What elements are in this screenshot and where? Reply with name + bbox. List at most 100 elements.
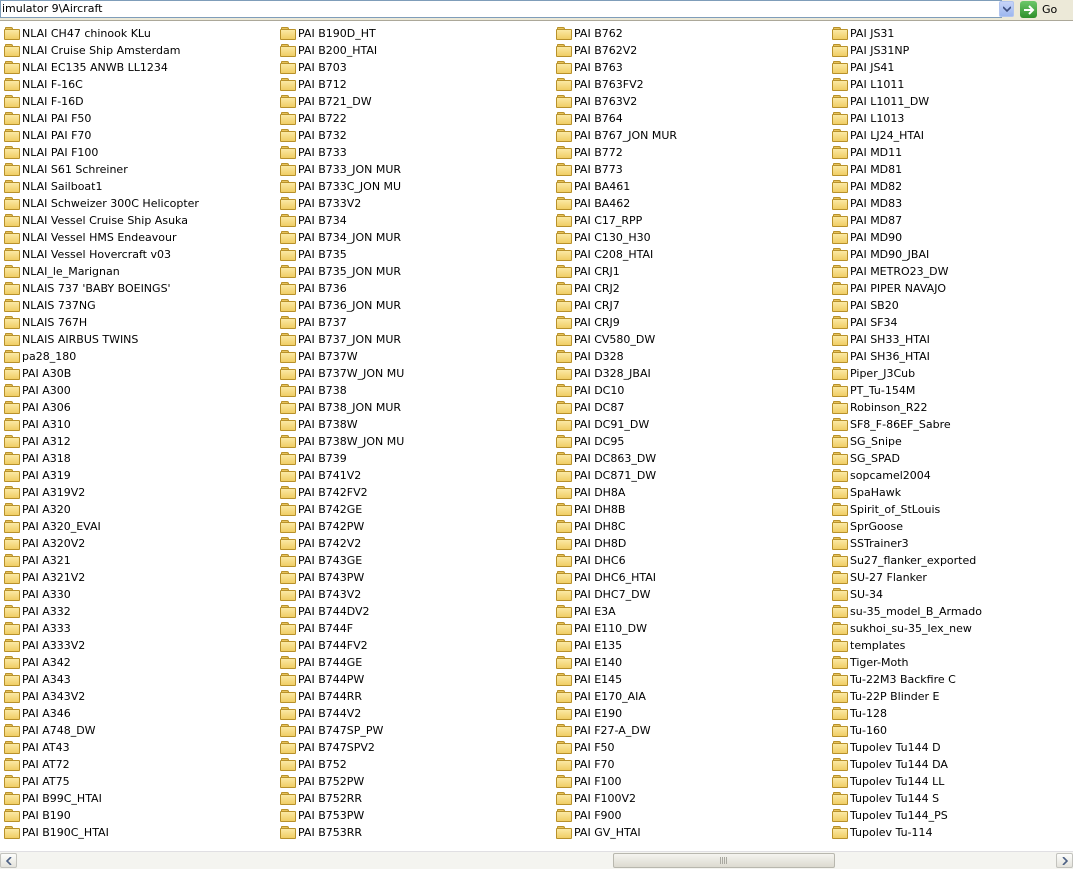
folder-item[interactable]: NLAIS 737NG	[4, 297, 199, 314]
folder-item[interactable]: PAI C17_RPP	[556, 212, 677, 229]
folder-item[interactable]: PAI B738_JON MUR	[280, 399, 404, 416]
folder-item[interactable]: NLAI PAI F100	[4, 144, 199, 161]
folder-item[interactable]: PAI B99C_HTAI	[4, 790, 199, 807]
go-button[interactable]: Go	[1020, 0, 1072, 19]
folder-item[interactable]: PAI B743V2	[280, 586, 404, 603]
folder-item[interactable]: Robinson_R22	[832, 399, 982, 416]
folder-item[interactable]: PAI A332	[4, 603, 199, 620]
folder-item[interactable]: PAI F50	[556, 739, 677, 756]
folder-item[interactable]: SprGoose	[832, 518, 982, 535]
folder-item[interactable]: PAI MD83	[832, 195, 982, 212]
folder-item[interactable]: PAI DC95	[556, 433, 677, 450]
folder-item[interactable]: PAI A333V2	[4, 637, 199, 654]
folder-item[interactable]: PAI MD90_JBAI	[832, 246, 982, 263]
folder-item[interactable]: PAI B767_JON MUR	[556, 127, 677, 144]
folder-item[interactable]: PAI B744V2	[280, 705, 404, 722]
folder-item[interactable]: PAI PIPER NAVAJO	[832, 280, 982, 297]
folder-item[interactable]: PAI B190C_HTAI	[4, 824, 199, 841]
folder-item[interactable]: PAI B738W_JON MU	[280, 433, 404, 450]
folder-item[interactable]: PAI A312	[4, 433, 199, 450]
folder-item[interactable]: PAI JS41	[832, 59, 982, 76]
horizontal-scrollbar[interactable]	[0, 851, 1073, 869]
folder-item[interactable]: PAI D328	[556, 348, 677, 365]
folder-item[interactable]: PAI DC10	[556, 382, 677, 399]
folder-item[interactable]: Tu-128	[832, 705, 982, 722]
folder-item[interactable]: PAI JS31NP	[832, 42, 982, 59]
folder-item[interactable]: PAI DH8D	[556, 535, 677, 552]
folder-item[interactable]: su-35_model_B_Armado	[832, 603, 982, 620]
folder-item[interactable]: PAI B752RR	[280, 790, 404, 807]
folder-item[interactable]: sukhoi_su-35_lex_new	[832, 620, 982, 637]
folder-item[interactable]: PAI B772	[556, 144, 677, 161]
folder-item[interactable]: PAI B736_JON MUR	[280, 297, 404, 314]
folder-item[interactable]: PAI E135	[556, 637, 677, 654]
folder-item[interactable]: PAI B737W_JON MU	[280, 365, 404, 382]
folder-item[interactable]: PAI CRJ1	[556, 263, 677, 280]
folder-item[interactable]: PAI MD81	[832, 161, 982, 178]
folder-item[interactable]: PAI BA461	[556, 178, 677, 195]
folder-item[interactable]: PAI A321V2	[4, 569, 199, 586]
folder-item[interactable]: PAI B742V2	[280, 535, 404, 552]
folder-item[interactable]: PAI B735	[280, 246, 404, 263]
folder-item[interactable]: PAI E3A	[556, 603, 677, 620]
folder-item[interactable]: PAI A343V2	[4, 688, 199, 705]
folder-item[interactable]: SSTrainer3	[832, 535, 982, 552]
folder-item[interactable]: PAI A330	[4, 586, 199, 603]
folder-item[interactable]: PAI E110_DW	[556, 620, 677, 637]
folder-item[interactable]: PAI MD87	[832, 212, 982, 229]
folder-item[interactable]: Spirit_of_StLouis	[832, 501, 982, 518]
address-input[interactable]: imulator 9\Aircraft	[0, 0, 1002, 18]
folder-item[interactable]: PAI JS31	[832, 25, 982, 42]
folder-item[interactable]: PAI E145	[556, 671, 677, 688]
folder-item[interactable]: PT_Tu-154M	[832, 382, 982, 399]
folder-item[interactable]: NLAI F-16C	[4, 76, 199, 93]
folder-item[interactable]: PAI F27-A_DW	[556, 722, 677, 739]
folder-item[interactable]: NLAI Schweizer 300C Helicopter	[4, 195, 199, 212]
folder-item[interactable]: PAI B712	[280, 76, 404, 93]
folder-item[interactable]: PAI DC863_DW	[556, 450, 677, 467]
folder-item[interactable]: PAI B744F	[280, 620, 404, 637]
folder-item[interactable]: PAI B741V2	[280, 467, 404, 484]
folder-item[interactable]: PAI SB20	[832, 297, 982, 314]
folder-item[interactable]: PAI CRJ9	[556, 314, 677, 331]
folder-item[interactable]: PAI B747SP_PW	[280, 722, 404, 739]
folder-item[interactable]: PAI A343	[4, 671, 199, 688]
folder-item[interactable]: PAI C130_H30	[556, 229, 677, 246]
folder-item[interactable]: PAI F100V2	[556, 790, 677, 807]
scroll-left-button[interactable]	[0, 853, 17, 868]
folder-item[interactable]: PAI SH33_HTAI	[832, 331, 982, 348]
folder-item[interactable]: Tupolev Tu144 D	[832, 739, 982, 756]
folder-item[interactable]: PAI A321	[4, 552, 199, 569]
folder-item[interactable]: Tu-160	[832, 722, 982, 739]
folder-item[interactable]: Tupolev Tu144 LL	[832, 773, 982, 790]
folder-item[interactable]: PAI A319	[4, 467, 199, 484]
folder-item[interactable]: PAI B762	[556, 25, 677, 42]
folder-item[interactable]: PAI E170_AIA	[556, 688, 677, 705]
folder-item[interactable]: PAI B773	[556, 161, 677, 178]
folder-item[interactable]: NLAIS 767H	[4, 314, 199, 331]
folder-item[interactable]: PAI METRO23_DW	[832, 263, 982, 280]
folder-item[interactable]: PAI AT72	[4, 756, 199, 773]
folder-item[interactable]: PAI A310	[4, 416, 199, 433]
folder-item[interactable]: PAI B742PW	[280, 518, 404, 535]
folder-item[interactable]: NLAI F-16D	[4, 93, 199, 110]
folder-item[interactable]: NLAI Cruise Ship Amsterdam	[4, 42, 199, 59]
folder-item[interactable]: PAI B738W	[280, 416, 404, 433]
folder-item[interactable]: NLAI Vessel Cruise Ship Asuka	[4, 212, 199, 229]
folder-item[interactable]: PAI B190	[4, 807, 199, 824]
folder-item[interactable]: PAI B764	[556, 110, 677, 127]
folder-item[interactable]: NLAI Vessel Hovercraft v03	[4, 246, 199, 263]
folder-item[interactable]: PAI A320V2	[4, 535, 199, 552]
folder-item[interactable]: Su27_flanker_exported	[832, 552, 982, 569]
folder-item[interactable]: PAI L1011	[832, 76, 982, 93]
folder-item[interactable]: PAI F900	[556, 807, 677, 824]
folder-item[interactable]: PAI B733C_JON MU	[280, 178, 404, 195]
folder-item[interactable]: PAI A319V2	[4, 484, 199, 501]
folder-item[interactable]: PAI A306	[4, 399, 199, 416]
folder-item[interactable]: PAI DHC6_HTAI	[556, 569, 677, 586]
folder-item[interactable]: PAI A30B	[4, 365, 199, 382]
folder-item[interactable]: PAI B744FV2	[280, 637, 404, 654]
folder-item[interactable]: PAI B200_HTAI	[280, 42, 404, 59]
folder-item[interactable]: PAI MD11	[832, 144, 982, 161]
folder-item[interactable]: PAI B190D_HT	[280, 25, 404, 42]
